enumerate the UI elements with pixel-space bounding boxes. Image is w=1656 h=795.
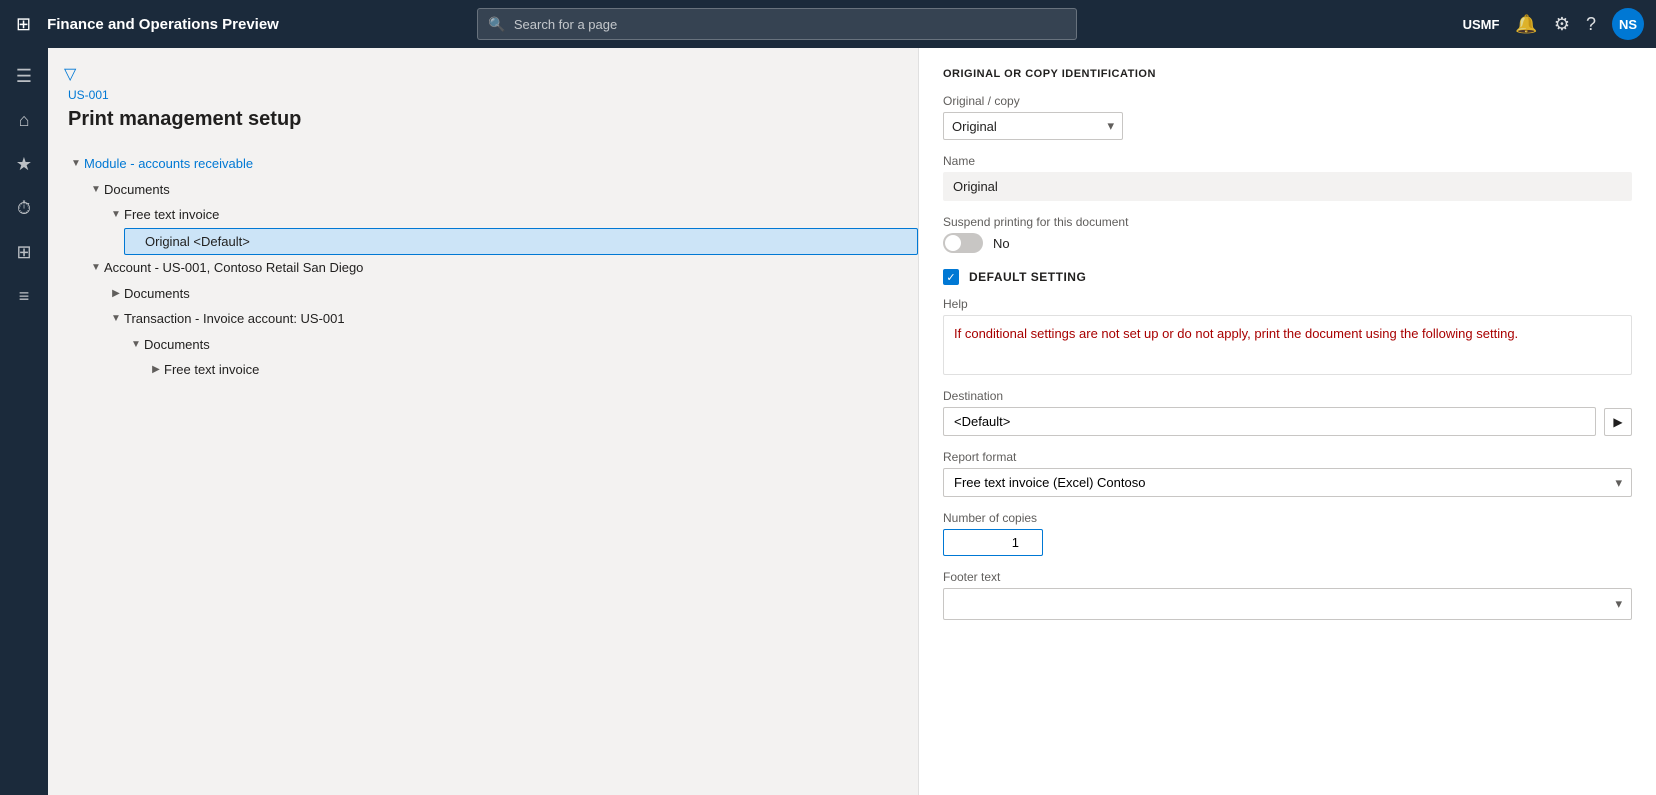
suspend-toggle[interactable] [943, 233, 983, 253]
left-sidebar: ☰ ⌂ ★ ⏱ ⊞ ≡ [0, 48, 48, 795]
name-value: Original [943, 172, 1632, 201]
tree-toggle-documents1: ▼ [88, 181, 104, 197]
tree-label-original-default: Original <Default> [145, 232, 250, 252]
help-text: If conditional settings are not set up o… [954, 326, 1518, 341]
tree-toggle-documents2: ▶ [108, 285, 124, 301]
tree-node-documents1[interactable]: ▼ Documents [84, 177, 918, 203]
tree-node-documents3[interactable]: ▼ Documents [124, 332, 918, 358]
copies-label: Number of copies [943, 511, 1632, 525]
default-setting-row: ✓ DEFAULT SETTING [943, 269, 1632, 285]
tree-node-free-text1[interactable]: ▼ Free text invoice [104, 202, 918, 228]
sidebar-favorites-icon[interactable]: ★ [4, 144, 44, 184]
suspend-toggle-row: No [943, 233, 1632, 253]
tree-label-free-text1: Free text invoice [124, 205, 219, 225]
tree-label-documents1: Documents [104, 180, 170, 200]
tree-node-module[interactable]: ▼ Module - accounts receivable [64, 151, 918, 177]
nav-right: USMF 🔔 ⚙ ? NS [1463, 8, 1644, 40]
report-format-label: Report format [943, 450, 1632, 464]
company-label: USMF [1463, 17, 1500, 32]
sidebar-modules-icon[interactable]: ≡ [4, 276, 44, 316]
avatar[interactable]: NS [1612, 8, 1644, 40]
suspend-value: No [993, 236, 1010, 251]
tree-toggle-original-default [129, 233, 145, 249]
sidebar-home-icon[interactable]: ⌂ [4, 100, 44, 140]
tree-node-account[interactable]: ▼ Account - US-001, Contoso Retail San D… [84, 255, 918, 281]
tree-label-module: Module - accounts receivable [84, 154, 253, 174]
chevron-down-icon: ▾ [1107, 118, 1114, 134]
name-label: Name [943, 154, 1632, 168]
help-icon[interactable]: ? [1586, 14, 1596, 35]
destination-play-button[interactable]: ▶ [1604, 408, 1632, 436]
tree-node-free-text2[interactable]: ▶ Free text invoice [144, 357, 918, 383]
tree-toggle-transaction: ▼ [108, 311, 124, 327]
search-input[interactable] [514, 17, 1067, 32]
search-bar[interactable]: 🔍 [477, 8, 1077, 40]
tree-toggle-free-text1: ▼ [108, 207, 124, 223]
footer-select[interactable] [943, 588, 1632, 620]
tree-toggle-account: ▼ [88, 260, 104, 276]
sidebar-workspaces-icon[interactable]: ⊞ [4, 232, 44, 272]
filter-icon[interactable]: ▽ [64, 64, 76, 84]
destination-label: Destination [943, 389, 1632, 403]
page-title: Print management setup [64, 108, 918, 131]
original-copy-label: Original / copy [943, 94, 1632, 108]
tree-label-transaction: Transaction - Invoice account: US-001 [124, 309, 345, 329]
sidebar-hamburger-icon[interactable]: ☰ [4, 56, 44, 96]
play-icon: ▶ [1613, 415, 1622, 429]
tree-label-account: Account - US-001, Contoso Retail San Die… [104, 258, 363, 278]
section-title: ORIGINAL OR COPY IDENTIFICATION [943, 68, 1632, 80]
grid-icon[interactable]: ⊞ [12, 10, 35, 39]
report-format-wrapper: Free text invoice (Excel) Contoso [943, 468, 1632, 497]
tree-label-documents3: Documents [144, 335, 210, 355]
help-content: If conditional settings are not set up o… [943, 315, 1632, 375]
default-setting-label: DEFAULT SETTING [969, 270, 1086, 284]
copies-input[interactable] [943, 529, 1043, 556]
tree-node-documents2[interactable]: ▶ Documents [104, 281, 918, 307]
tree-panel: ▽ US-001 Print management setup ▼ Module… [48, 48, 918, 795]
tree-node-original-default[interactable]: Original <Default> [124, 228, 918, 256]
tree-node-transaction[interactable]: ▼ Transaction - Invoice account: US-001 [104, 306, 918, 332]
sidebar-recent-icon[interactable]: ⏱ [4, 188, 44, 228]
report-format-select[interactable]: Free text invoice (Excel) Contoso [943, 468, 1632, 497]
main-content: ▽ US-001 Print management setup ▼ Module… [48, 48, 1656, 795]
right-panel: ORIGINAL OR COPY IDENTIFICATION Original… [918, 48, 1656, 795]
tree-toggle-module: ▼ [68, 156, 84, 172]
original-copy-value: Original [952, 119, 997, 134]
footer-label: Footer text [943, 570, 1632, 584]
search-icon: 🔍 [488, 16, 505, 33]
footer-select-wrapper [943, 588, 1632, 620]
tree-toggle-free-text2: ▶ [148, 362, 164, 378]
default-setting-checkbox[interactable]: ✓ [943, 269, 959, 285]
top-navigation: ⊞ Finance and Operations Preview 🔍 USMF … [0, 0, 1656, 48]
notifications-icon[interactable]: 🔔 [1515, 14, 1537, 35]
settings-icon[interactable]: ⚙ [1554, 14, 1570, 35]
tree-label-free-text2: Free text invoice [164, 360, 259, 380]
destination-row: ▶ [943, 407, 1632, 436]
breadcrumb: US-001 [64, 88, 918, 102]
app-title: Finance and Operations Preview [47, 16, 279, 33]
original-copy-select[interactable]: Original ▾ [943, 112, 1123, 140]
destination-input[interactable] [943, 407, 1596, 436]
tree-label-documents2: Documents [124, 284, 190, 304]
suspend-label: Suspend printing for this document [943, 215, 1632, 229]
help-label: Help [943, 297, 1632, 311]
tree-toggle-documents3: ▼ [128, 336, 144, 352]
